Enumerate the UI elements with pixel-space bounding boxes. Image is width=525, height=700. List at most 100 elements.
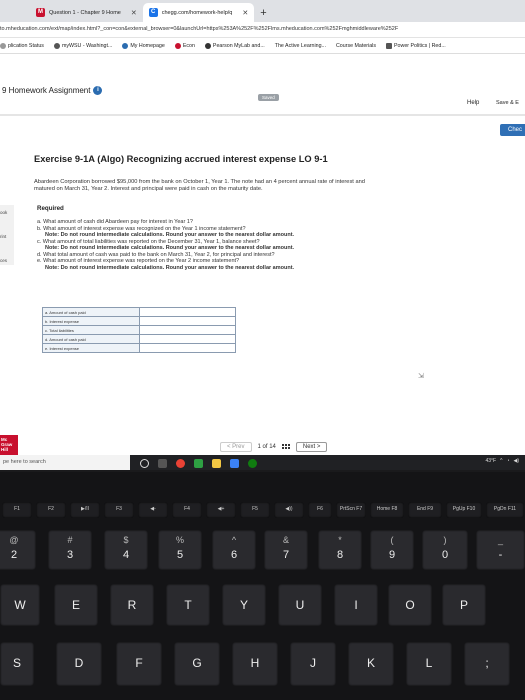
chrome-icon[interactable] xyxy=(176,458,185,468)
answer-input[interactable] xyxy=(139,307,236,317)
key-y: Y xyxy=(222,584,266,626)
key-k: K xyxy=(348,642,394,686)
key-vol-down: ◀- xyxy=(138,502,168,518)
key-f4: F4 xyxy=(172,502,202,518)
key-i: I xyxy=(334,584,378,626)
answer-input[interactable] xyxy=(139,325,236,335)
address-bar[interactable]: to.mheducation.com/ext/map/index.html?_c… xyxy=(0,22,525,38)
mouse-cursor-icon: ⇲ xyxy=(418,373,424,380)
bookmarks-bar: plication Status myWSU - Washingt... My … xyxy=(0,38,525,54)
key-end: End F9 xyxy=(408,502,442,518)
info-icon[interactable]: i xyxy=(93,86,103,95)
key-8: * 8 xyxy=(318,530,362,570)
bookmark-item[interactable]: plication Status xyxy=(0,42,44,49)
bookmark-item[interactable]: myWSU - Washingt... xyxy=(53,42,112,49)
exercise-title: Exercise 9-1A (Algo) Recognizing accrued… xyxy=(34,154,328,164)
assignment-title-text: 9 Homework Assignment xyxy=(2,86,91,95)
bookmark-item[interactable]: Course Materials xyxy=(336,43,376,49)
key-0: ) 0 xyxy=(422,530,468,570)
required-heading: Required xyxy=(37,205,64,212)
key-digit: 9 xyxy=(388,549,396,561)
key-9: (9 xyxy=(370,530,414,570)
store-icon[interactable] xyxy=(230,458,239,468)
photos-icon[interactable] xyxy=(194,458,203,468)
key-play: ▶/II xyxy=(70,502,100,518)
task-view-icon[interactable] xyxy=(140,458,149,468)
volume-icon[interactable]: ◀) xyxy=(513,458,519,464)
key-t: T xyxy=(166,584,210,626)
key-digit: 4 xyxy=(122,549,130,561)
bookmark-item[interactable]: Econ xyxy=(174,42,195,49)
key-digit: 3 xyxy=(66,549,74,561)
bookmark-label: Econ xyxy=(182,42,195,49)
bookmark-label: Pearson MyLab and... xyxy=(212,42,265,49)
problem-statement: Abardeen Corporation borrowed $95,000 fr… xyxy=(34,179,499,193)
bookmark-item[interactable]: Pearson MyLab and... xyxy=(204,42,265,49)
key-digit: 6 xyxy=(230,549,238,561)
chevron-up-icon[interactable]: ^ xyxy=(500,458,502,464)
answer-input[interactable] xyxy=(139,334,236,344)
key-pgup: PgUp F10 xyxy=(446,502,482,518)
key-symbol: @ xyxy=(9,535,19,545)
bookmark-icon xyxy=(0,42,6,49)
laptop-keyboard: F1 F2 ▶/II F3 ◀- F4 ◀+ F5 ◀)) F6 PrtScn … xyxy=(0,472,525,700)
file-explorer-icon[interactable] xyxy=(212,458,221,468)
key-r: R xyxy=(110,584,154,626)
grid-icon[interactable] xyxy=(281,443,290,451)
bookmark-item[interactable]: The Active Learning... xyxy=(275,43,326,49)
key-f2: F2 xyxy=(36,502,66,518)
new-tab-button[interactable]: + xyxy=(254,7,272,22)
key-symbol: $ xyxy=(123,535,129,545)
key-digit: 7 xyxy=(282,549,290,561)
key-digit: - xyxy=(498,549,503,561)
url-text: to.mheducation.com/ext/map/index.html?_c… xyxy=(0,26,399,32)
key-f: F xyxy=(116,642,162,686)
key-symbol: ) xyxy=(443,535,447,545)
answer-input[interactable] xyxy=(139,316,236,326)
bookmark-icon xyxy=(386,42,393,49)
answer-label: d. Amount of cash paid xyxy=(42,334,140,344)
key-digit: 0 xyxy=(441,549,449,561)
bookmark-icon xyxy=(204,42,211,49)
key-symbol: _ xyxy=(497,535,503,545)
table-row: d. Amount of cash paid xyxy=(42,334,236,344)
tab-label: Question 1 - Chapter 9 Home xyxy=(49,9,121,16)
next-button[interactable]: Next > xyxy=(295,442,328,452)
close-icon[interactable]: ✕ xyxy=(131,9,137,17)
bookmark-item[interactable]: My Homepage xyxy=(122,42,165,49)
bookmark-label: The Active Learning... xyxy=(274,42,326,49)
key-l: L xyxy=(406,642,452,686)
question-list: a. What amount of cash did Abardeen pay … xyxy=(37,219,457,271)
key-symbol: # xyxy=(67,535,73,545)
tab-chegg[interactable]: C chegg.com/homework-help/q ✕ xyxy=(142,3,255,22)
key-symbol: ^ xyxy=(231,535,237,545)
widgets-icon[interactable] xyxy=(158,458,167,468)
save-exit-button[interactable]: Save & E xyxy=(496,100,519,106)
answer-input[interactable] xyxy=(139,343,236,353)
key-o: O xyxy=(388,584,432,626)
key-digit: 8 xyxy=(336,549,344,561)
key-symbol: & xyxy=(282,535,289,545)
bookmark-label: Power Politics | Red... xyxy=(394,42,446,49)
key-home: Home F8 xyxy=(370,502,404,518)
key-symbol: % xyxy=(175,535,184,545)
key-4: $4 xyxy=(104,530,148,570)
xbox-icon[interactable] xyxy=(248,458,257,468)
key-6: ^ 6 xyxy=(212,530,256,570)
key-minus: _ - xyxy=(476,530,525,570)
bookmark-label: My Homepage xyxy=(130,42,165,49)
bookmark-item[interactable]: Power Politics | Red... xyxy=(386,42,446,49)
weather-temp[interactable]: 43°F xyxy=(485,458,496,464)
key-d: D xyxy=(56,642,102,686)
close-icon[interactable]: ✕ xyxy=(242,9,248,17)
network-icon[interactable]: ◔ xyxy=(506,458,509,464)
key-2: @2 xyxy=(0,530,36,570)
table-row: e. Interest expense xyxy=(42,343,236,353)
assignment-header: 9 Homework Assignment i Saved Help Save … xyxy=(0,54,525,114)
tab-mcgraw[interactable]: M Question 1 - Chapter 9 Home ✕ xyxy=(30,3,143,22)
answer-table: a. Amount of cash paid b. Interest expen… xyxy=(42,307,236,353)
help-link[interactable]: Help xyxy=(467,100,479,106)
key-3: #3 xyxy=(48,530,92,570)
prev-button[interactable]: < Prev xyxy=(220,442,252,452)
taskbar-search-input[interactable]: pe here to search xyxy=(0,455,130,470)
